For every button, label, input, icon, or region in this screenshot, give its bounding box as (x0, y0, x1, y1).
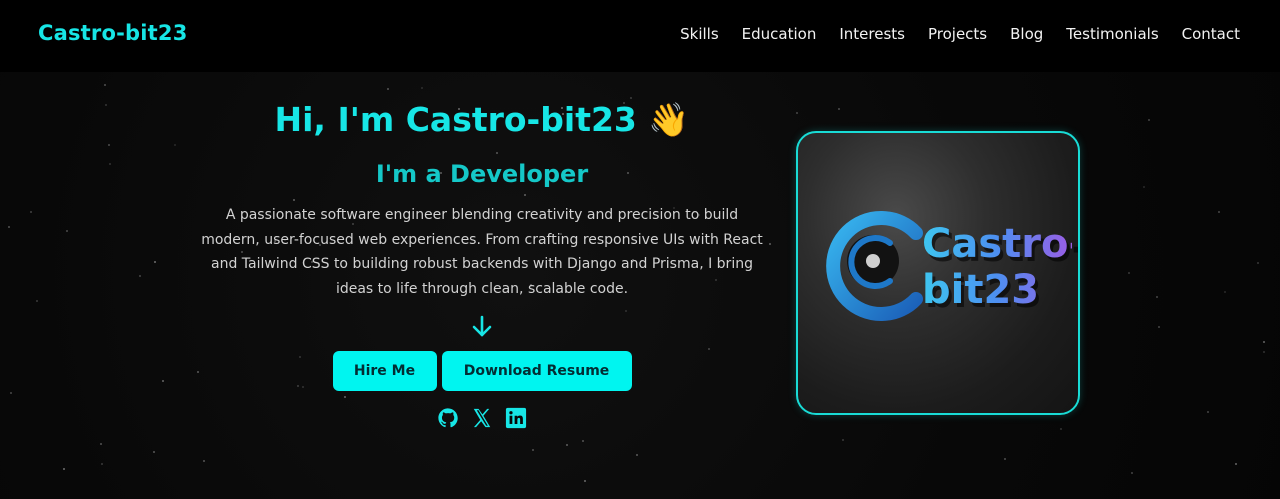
star-dot (1060, 428, 1062, 430)
hire-me-button[interactable]: Hire Me (332, 351, 437, 391)
download-resume-button[interactable]: Download Resume (441, 351, 632, 391)
hero-title: Hi, I'm Castro-bit23 👋 (190, 96, 774, 144)
star-dot (100, 443, 102, 445)
star-dot (174, 144, 176, 146)
page: Castro-bit23 Skills Education Interests … (0, 0, 1280, 499)
nav-menu: Skills Education Interests Projects Blog… (680, 25, 1240, 43)
star-dot (1263, 351, 1265, 353)
logo-text-line1: Castro- (922, 221, 1080, 267)
star-dot (1218, 211, 1220, 213)
star-dot (532, 449, 534, 451)
brand-logo-link[interactable]: Castro-bit23 (38, 21, 188, 45)
nav-link-education[interactable]: Education (742, 25, 817, 43)
profile-logo-card: Castro- bit23 Castro- bit23 (796, 131, 1080, 415)
hero-subtitle: I'm a Developer (375, 160, 589, 188)
social-links (190, 407, 774, 429)
hero-title-text: Hi, I'm Castro-bit23 (274, 100, 637, 139)
star-dot (36, 300, 38, 302)
star-dot (101, 463, 103, 465)
nav-link-blog[interactable]: Blog (1010, 25, 1043, 43)
star-dot (1143, 186, 1145, 188)
linkedin-icon[interactable] (505, 407, 527, 429)
star-dot (1235, 463, 1237, 465)
star-dot (108, 144, 110, 146)
star-dot (1131, 472, 1133, 474)
star-dot (153, 451, 155, 453)
star-dot (796, 112, 798, 114)
star-dot (139, 275, 141, 277)
star-dot (1263, 341, 1265, 343)
star-dot (838, 108, 840, 110)
nav-link-projects[interactable]: Projects (928, 25, 987, 43)
arrow-down-icon[interactable] (471, 315, 493, 339)
star-dot (421, 87, 423, 89)
x-icon[interactable] (471, 407, 493, 429)
star-dot (582, 440, 584, 442)
star-dot (66, 230, 68, 232)
nav-link-testimonials[interactable]: Testimonials (1066, 25, 1158, 43)
star-dot (30, 211, 32, 213)
nav-link-contact[interactable]: Contact (1182, 25, 1240, 43)
star-dot (109, 163, 111, 165)
star-dot (154, 261, 156, 263)
star-dot (203, 460, 205, 462)
github-icon[interactable] (437, 407, 459, 429)
star-dot (162, 380, 164, 382)
star-dot (10, 392, 12, 394)
star-dot (1148, 119, 1150, 121)
logo-text-line2: bit23 (922, 267, 1040, 313)
star-dot (105, 104, 107, 106)
star-dot (8, 226, 10, 228)
nav-link-interests[interactable]: Interests (839, 25, 905, 43)
waving-hand-icon: 👋 (648, 100, 690, 139)
star-dot (1156, 296, 1158, 298)
star-dot (104, 84, 106, 86)
star-dot (842, 439, 844, 441)
hero-section: Hi, I'm Castro-bit23 👋 I'm a Developer A… (190, 96, 774, 429)
nav-link-skills[interactable]: Skills (680, 25, 719, 43)
star-dot (1128, 272, 1130, 274)
star-dot (584, 480, 586, 482)
star-dot (1224, 291, 1226, 293)
cta-buttons: Hire Me Download Resume (190, 351, 774, 391)
navbar: Castro-bit23 Skills Education Interests … (0, 0, 1280, 72)
logo-text: Castro- bit23 (922, 221, 1072, 313)
star-dot (1257, 262, 1259, 264)
hero-description: A passionate software engineer blending … (201, 207, 763, 297)
star-dot (1207, 411, 1209, 413)
star-dot (63, 468, 65, 470)
star-dot (636, 454, 638, 456)
star-dot (387, 88, 389, 90)
star-dot (1158, 326, 1160, 328)
star-dot (566, 444, 568, 446)
star-dot (1004, 458, 1006, 460)
